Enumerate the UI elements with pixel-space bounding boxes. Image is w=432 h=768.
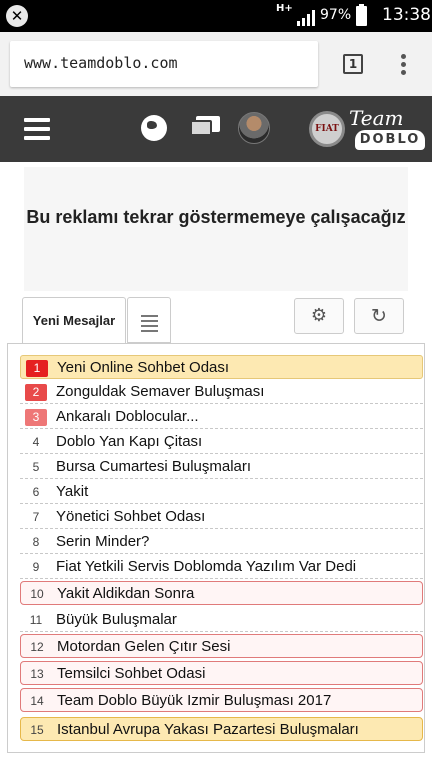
topic-number: 5 — [32, 460, 40, 474]
logo-team-text: Team — [349, 106, 404, 130]
topic-title-link[interactable]: Serin Minder? — [56, 533, 149, 550]
site-logo[interactable]: FIAT Team DOBLO — [309, 104, 425, 154]
fiat-badge: FIAT — [309, 111, 345, 147]
topic-row[interactable]: 10 Yakit Aldikdan Sonra — [20, 581, 423, 605]
chat-icon[interactable] — [190, 116, 220, 140]
topic-title-link[interactable]: Ankaralı Doblocular... — [56, 408, 199, 425]
status-bar: ✕ H+ 97% 13:38 — [0, 0, 432, 32]
topic-title-link[interactable]: Bursa Cumartesi Buluşmaları — [56, 458, 251, 475]
topic-title-link[interactable]: Istanbul Avrupa Yakası Pazartesi Buluşma… — [57, 721, 359, 738]
topic-title-link[interactable]: Motordan Gelen Çıtır Sesi — [57, 638, 230, 655]
topic-number: 14 — [30, 694, 44, 708]
topic-number: 10 — [30, 587, 44, 601]
topic-number: 6 — [32, 485, 40, 499]
clock: 13:38 — [382, 5, 431, 25]
more-menu-icon[interactable] — [401, 54, 407, 76]
topic-row[interactable]: 13 Temsilci Sohbet Odasi — [20, 661, 423, 685]
topic-number: 13 — [30, 667, 44, 681]
topic-number: 3 — [25, 409, 47, 426]
gear-icon: ⚙ — [310, 305, 328, 326]
topic-title-link[interactable]: Yakit Aldikdan Sonra — [57, 585, 194, 602]
refresh-icon: ↻ — [371, 305, 387, 327]
topic-title-link[interactable]: Yönetici Sohbet Odası — [56, 508, 205, 525]
settings-button[interactable]: ⚙ — [294, 298, 344, 334]
topic-number: 7 — [32, 510, 40, 524]
url-text: www.teamdoblo.com — [24, 54, 178, 72]
ad-message: Bu reklamı tekrar göstermemeye çalışacağ… — [26, 207, 406, 227]
topic-number: 8 — [32, 535, 40, 549]
topic-row[interactable]: 9 Fiat Yetkili Servis Doblomda Yazılım Va… — [20, 555, 423, 579]
topic-row[interactable]: 1 Yeni Online Sohbet Odası — [20, 355, 423, 379]
topic-title-link[interactable]: Yakit — [56, 483, 88, 500]
network-type: H+ — [276, 3, 293, 14]
topic-row[interactable]: 8 Serin Minder? — [20, 530, 423, 554]
tab-list-view[interactable] — [127, 297, 171, 343]
site-header: FIAT Team DOBLO — [0, 96, 432, 162]
battery-icon — [356, 4, 367, 26]
topic-list: 1 Yeni Online Sohbet Odası 2 Zonguldak Sema… — [7, 343, 425, 753]
browser-toolbar: www.teamdoblo.com 1 — [0, 32, 432, 96]
ad-placeholder: Bu reklamı tekrar göstermemeye çalışacağ… — [24, 167, 408, 291]
battery-percent: 97% — [320, 7, 352, 23]
topic-number: 4 — [32, 435, 40, 449]
topic-title-link[interactable]: Büyük Buluşmalar — [56, 611, 177, 628]
topic-number: 1 — [26, 360, 48, 377]
tab-switcher-button[interactable]: 1 — [343, 54, 363, 74]
topic-row[interactable]: 4 Doblo Yan Kapı Çitası — [20, 430, 423, 454]
topic-row[interactable]: 14 Team Doblo Büyük Izmir Buluşması 2017 — [20, 688, 423, 712]
topic-row[interactable]: 6 Yakit — [20, 480, 423, 504]
topic-title-link[interactable]: Yeni Online Sohbet Odası — [57, 359, 229, 376]
topic-number: 9 — [32, 560, 40, 574]
topic-number: 12 — [30, 640, 44, 654]
logo-doblo-text: DOBLO — [355, 130, 425, 150]
topic-number: 15 — [30, 723, 44, 737]
refresh-button[interactable]: ↻ — [354, 298, 404, 334]
list-icon — [141, 315, 158, 335]
topic-row[interactable]: 2 Zonguldak Semaver Buluşması — [20, 380, 423, 404]
tab-new-messages[interactable]: Yeni Mesajlar — [22, 297, 126, 343]
address-bar[interactable]: www.teamdoblo.com — [10, 41, 318, 87]
topic-title-link[interactable]: Temsilci Sohbet Odasi — [57, 665, 205, 682]
topic-row[interactable]: 7 Yönetici Sohbet Odası — [20, 505, 423, 529]
topic-title-link[interactable]: Team Doblo Büyük Izmir Buluşması 2017 — [57, 692, 331, 709]
menu-icon[interactable] — [24, 118, 50, 140]
topic-row[interactable]: 15 Istanbul Avrupa Yakası Pazartesi Buluş… — [20, 717, 423, 741]
signal-icon — [297, 10, 315, 26]
topic-title-link[interactable]: Fiat Yetkili Servis Doblomda Yazılım Var… — [56, 558, 356, 575]
topic-title-link[interactable]: Doblo Yan Kapı Çitası — [56, 433, 202, 450]
topic-title-link[interactable]: Zonguldak Semaver Buluşması — [56, 383, 264, 400]
topic-row[interactable]: 5 Bursa Cumartesi Buluşmaları — [20, 455, 423, 479]
globe-icon[interactable] — [141, 115, 167, 141]
avatar[interactable] — [238, 112, 270, 144]
topic-row[interactable]: 3 Ankaralı Doblocular... — [20, 405, 423, 429]
topic-number: 11 — [29, 613, 43, 627]
notification-icon: ✕ — [6, 5, 28, 27]
topic-row[interactable]: 11 Büyük Buluşmalar — [20, 608, 423, 632]
topic-number: 2 — [25, 384, 47, 401]
topic-row[interactable]: 12 Motordan Gelen Çıtır Sesi — [20, 634, 423, 658]
